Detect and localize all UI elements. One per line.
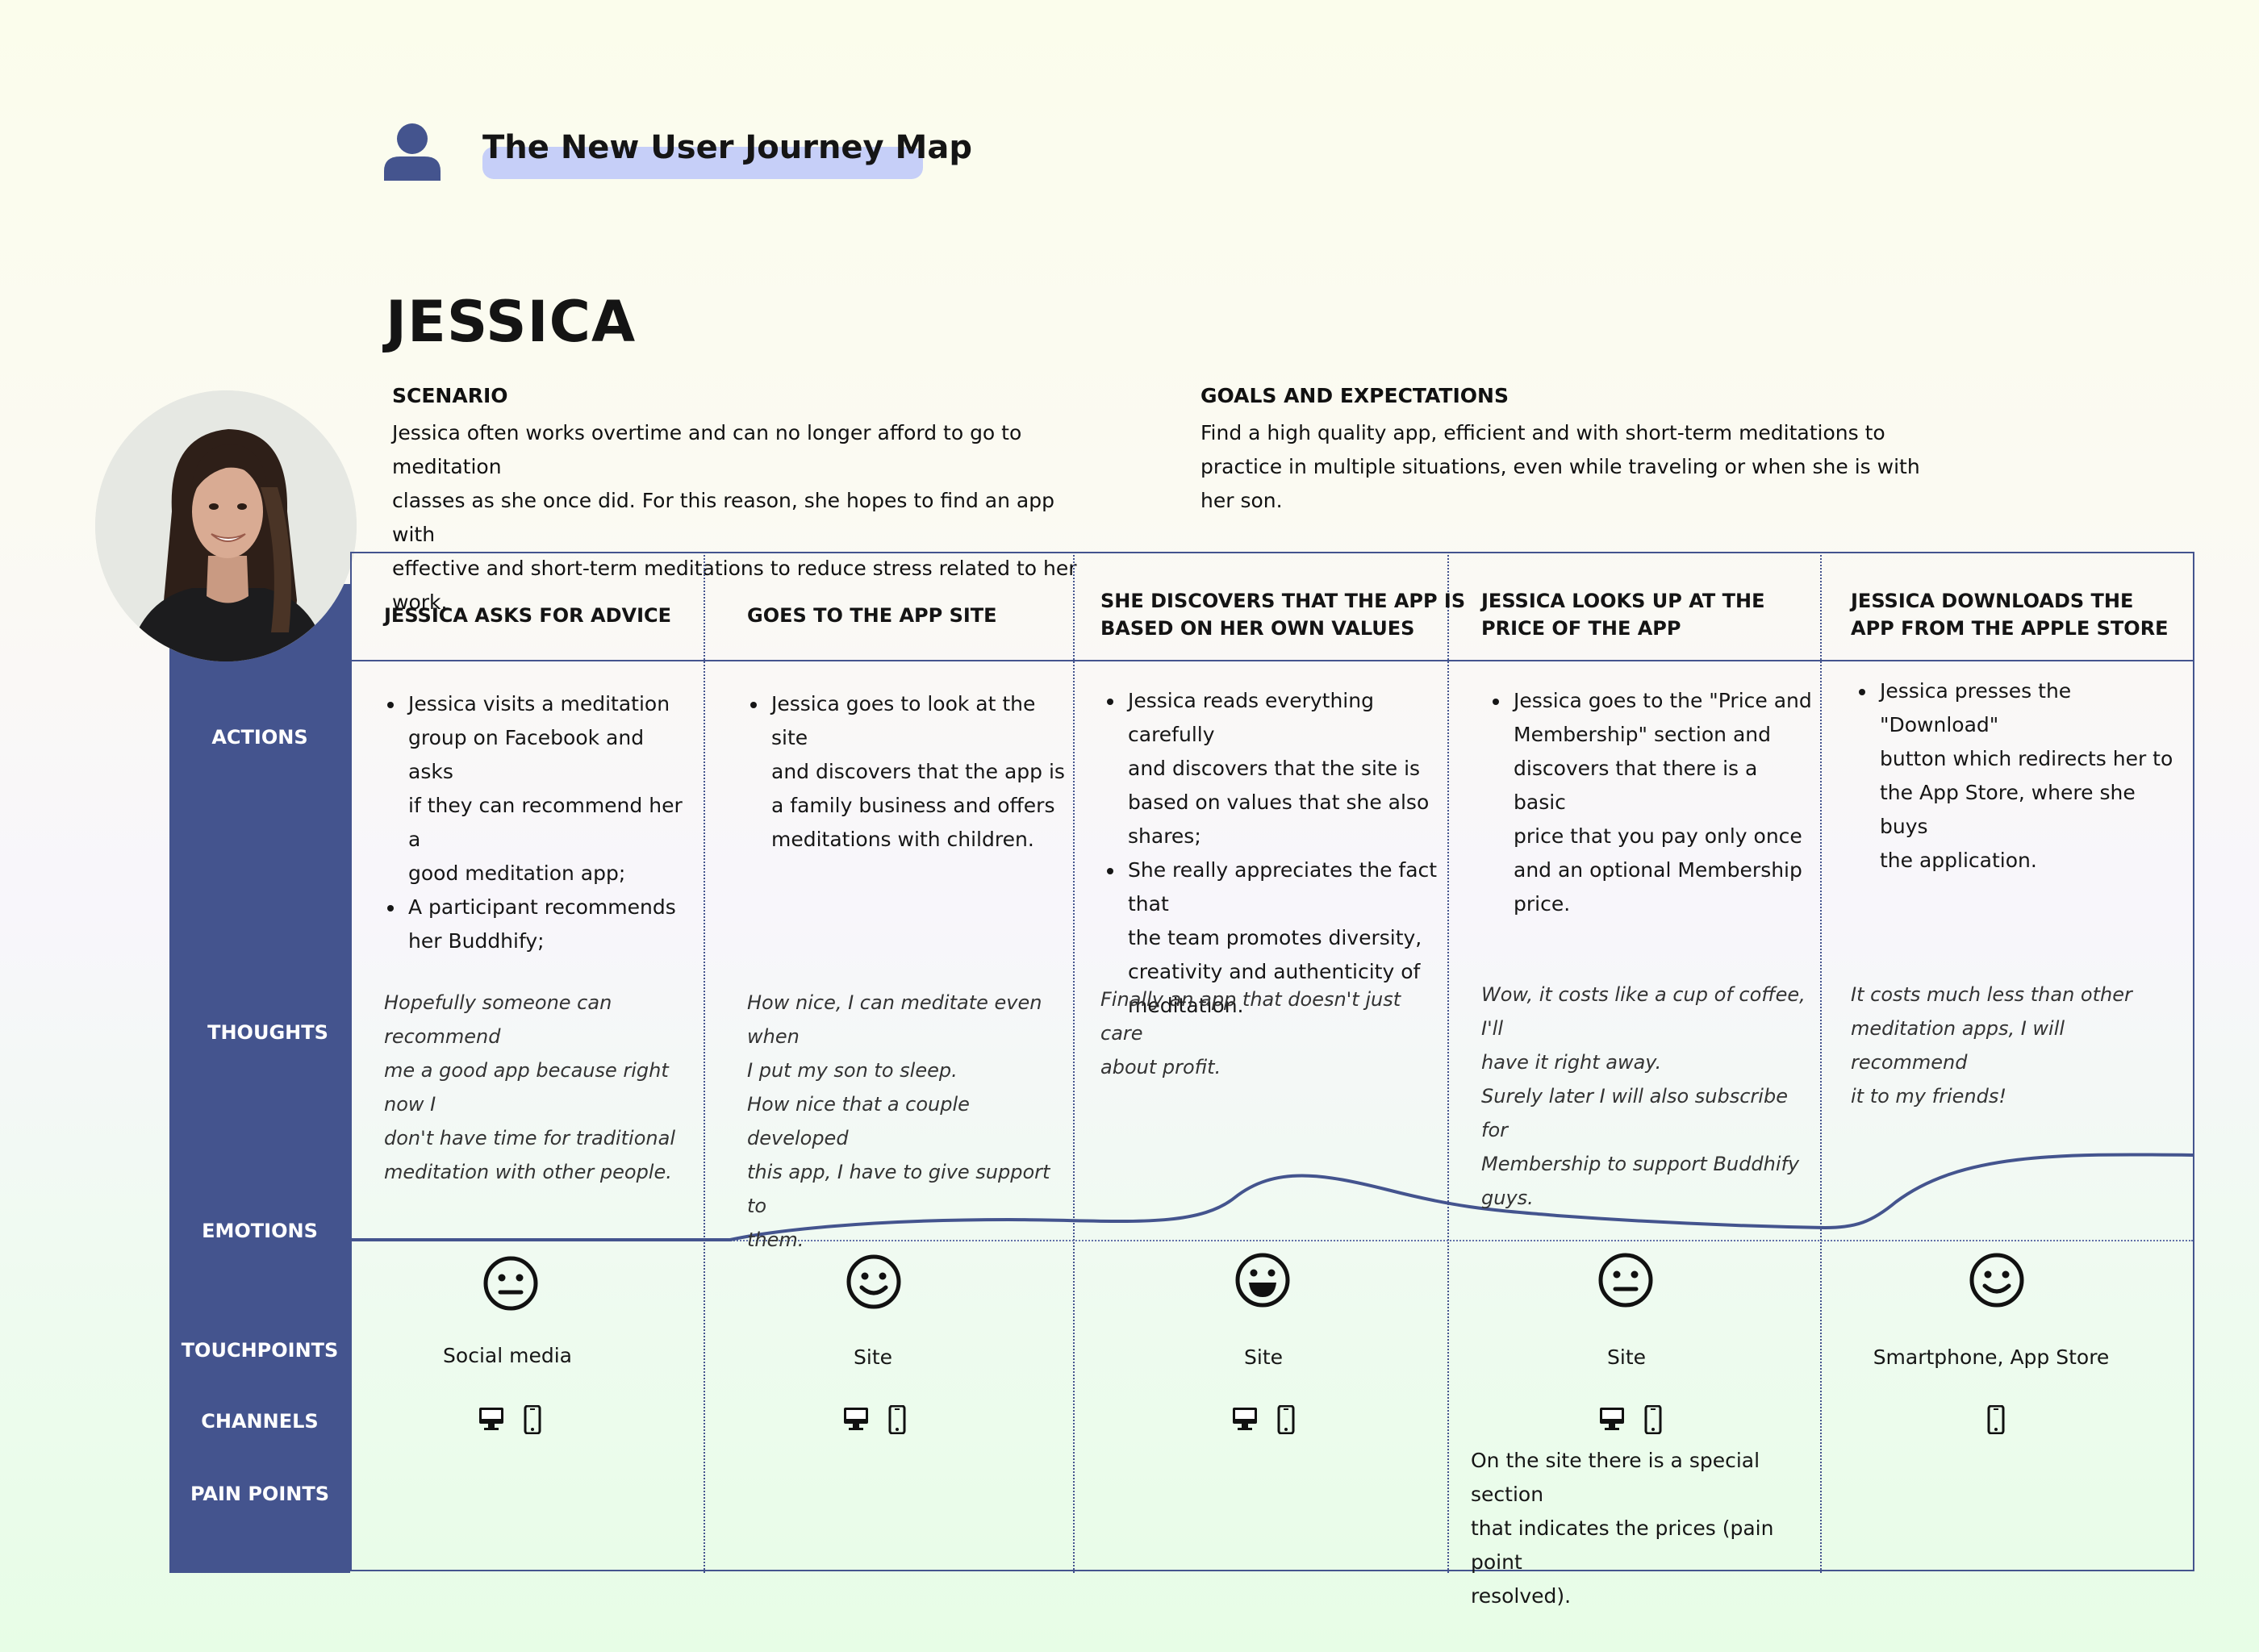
- action-line: price.: [1514, 892, 1571, 916]
- action-line: the App Store, where she buys: [1880, 781, 2136, 838]
- stage-heading-line: SHE DISCOVERS THAT THE APP IS: [1100, 590, 1466, 612]
- action-line: Jessica goes to the "Price and: [1514, 689, 1812, 712]
- action-line: She really appreciates the fact that: [1128, 858, 1438, 916]
- stage-thoughts: Finally an app that doesn't just care ab…: [1100, 982, 1439, 1084]
- action-line: if they can recommend her a: [408, 794, 683, 851]
- stage-thoughts: It costs much less than other meditation…: [1851, 978, 2182, 1113]
- action-item: Jessica goes to the "Price and Membershi…: [1510, 684, 1812, 921]
- desktop-icon: [1600, 1408, 1624, 1430]
- thought-line: meditation with other people.: [384, 1161, 672, 1183]
- stage-actions: Jessica visits a meditation group on Fac…: [384, 687, 691, 958]
- stage-heading: GOES TO THE APP SITE: [747, 602, 997, 629]
- action-line: button which redirects her to: [1880, 747, 2173, 770]
- stage-heading-line: BASED ON HER OWN VALUES: [1100, 617, 1415, 640]
- neutral-face-icon: [1598, 1253, 1653, 1308]
- action-item: A participant recommends her Buddhify;: [405, 891, 691, 958]
- action-line: Jessica presses the "Download": [1880, 679, 2072, 736]
- thought-line: Wow, it costs like a cup of coffee, I'll: [1481, 983, 1806, 1040]
- thought-line: It costs much less than other: [1851, 983, 2132, 1006]
- neutral-face-icon: [483, 1256, 538, 1311]
- thought-line: How nice that a couple developed: [747, 1093, 970, 1149]
- stage-actions: Jessica goes to the "Price and Membershi…: [1489, 684, 1812, 921]
- stage-actions: Jessica goes to look at the site and dis…: [747, 687, 1070, 857]
- action-line: Membership" section and: [1514, 723, 1771, 746]
- stage-thoughts: Wow, it costs like a cup of coffee, I'll…: [1481, 978, 1812, 1215]
- touchpoint: Smartphone, App Store: [1873, 1345, 2110, 1369]
- thought-line: meditation apps, I will recommend: [1851, 1017, 2065, 1074]
- action-line: a family business and offers: [771, 794, 1055, 817]
- stage-actions: Jessica presses the "Download" button wh…: [1856, 674, 2186, 878]
- action-line: shares;: [1128, 824, 1201, 848]
- smartphone-icon: [1987, 1405, 2005, 1434]
- thought-line: about profit.: [1100, 1056, 1221, 1078]
- action-line: and an optional Membership: [1514, 858, 1802, 882]
- stage-heading-line: JESSICA DOWNLOADS THE: [1851, 590, 2134, 612]
- action-item: Jessica visits a meditation group on Fac…: [405, 687, 691, 891]
- action-line: her Buddhify;: [408, 929, 545, 953]
- action-line: discovers that there is a basic: [1514, 757, 1758, 814]
- thought-line: it to my friends!: [1851, 1085, 2006, 1108]
- action-line: price that you pay only once: [1514, 824, 1802, 848]
- action-line: and discovers that the site is: [1128, 757, 1421, 780]
- stage-heading-line: JESSICA LOOKS UP AT THE: [1481, 590, 1765, 612]
- stage-thoughts: How nice, I can meditate even when I put…: [747, 986, 1070, 1257]
- stage-heading-line: GOES TO THE APP SITE: [747, 604, 997, 627]
- action-line: Jessica goes to look at the site: [771, 692, 1036, 749]
- thought-line: I put my son to sleep.: [747, 1059, 958, 1082]
- desktop-icon: [844, 1408, 868, 1430]
- thought-line: Finally an app that doesn't just care: [1100, 988, 1401, 1045]
- thought-line: Hopefully someone can recommend: [384, 991, 612, 1048]
- action-line: Jessica visits a meditation: [408, 692, 670, 715]
- action-line: A participant recommends: [408, 895, 676, 919]
- thought-line: guys.: [1481, 1187, 1534, 1209]
- action-item: Jessica presses the "Download" button wh…: [1877, 674, 2186, 878]
- pain-point-text: On the site there is a special section t…: [1471, 1444, 1818, 1613]
- smartphone-icon: [524, 1405, 541, 1434]
- thought-line: me a good app because right now I: [384, 1059, 669, 1116]
- smartphone-icon: [1644, 1405, 1662, 1434]
- desktop-icon: [479, 1408, 503, 1430]
- thought-line: this app, I have to give support to: [747, 1161, 1050, 1217]
- touchpoint: Site: [1607, 1345, 1646, 1369]
- action-item: Jessica reads everything carefully and d…: [1125, 684, 1451, 853]
- thought-line: have it right away.: [1481, 1051, 1662, 1074]
- smartphone-icon: [1277, 1405, 1295, 1434]
- pain-point-line: that indicates the prices (pain point: [1471, 1516, 1774, 1574]
- action-line: Jessica reads everything carefully: [1128, 689, 1374, 746]
- stage-heading: SHE DISCOVERS THAT THE APP IS BASED ON H…: [1100, 587, 1465, 642]
- touchpoint: Social media: [443, 1344, 572, 1367]
- touchpoint: Site: [1244, 1345, 1283, 1369]
- action-line: the application.: [1880, 849, 2037, 872]
- smiling-face-icon: [846, 1254, 901, 1309]
- stage-heading-line: JESSICA ASKS FOR ADVICE: [384, 604, 672, 627]
- action-line: meditations with children.: [771, 828, 1034, 851]
- action-line: group on Facebook and asks: [408, 726, 645, 783]
- smiling-face-icon: [1969, 1253, 2024, 1308]
- happy-face-icon: [1235, 1253, 1290, 1308]
- action-line: and discovers that the app is: [771, 760, 1065, 783]
- stage-heading-line: PRICE OF THE APP: [1481, 617, 1681, 640]
- thought-line: don't have time for traditional: [384, 1127, 675, 1149]
- stage-actions: Jessica reads everything carefully and d…: [1104, 684, 1451, 1023]
- action-line: the team promotes diversity,: [1128, 926, 1422, 949]
- pain-point-line: On the site there is a special section: [1471, 1449, 1760, 1506]
- stage-heading: JESSICA ASKS FOR ADVICE: [384, 602, 671, 629]
- stage-heading: JESSICA DOWNLOADS THE APP FROM THE APPLE…: [1851, 587, 2169, 642]
- thought-line: them.: [747, 1229, 804, 1251]
- stage-heading-line: APP FROM THE APPLE STORE: [1851, 617, 2169, 640]
- smartphone-icon: [888, 1405, 906, 1434]
- touchpoint: Site: [854, 1345, 892, 1369]
- action-line: based on values that she also: [1128, 791, 1430, 814]
- pain-point-line: resolved).: [1471, 1584, 1572, 1608]
- thought-line: Surely later I will also subscribe for: [1481, 1085, 1788, 1141]
- stage-thoughts: Hopefully someone can recommend me a goo…: [384, 986, 699, 1189]
- action-item: Jessica goes to look at the site and dis…: [768, 687, 1070, 857]
- thought-line: Membership to support Buddhify: [1481, 1153, 1800, 1175]
- desktop-icon: [1233, 1408, 1257, 1430]
- stage-heading: JESSICA LOOKS UP AT THE PRICE OF THE APP: [1481, 587, 1765, 642]
- thought-line: How nice, I can meditate even when: [747, 991, 1042, 1048]
- action-line: good meditation app;: [408, 861, 626, 885]
